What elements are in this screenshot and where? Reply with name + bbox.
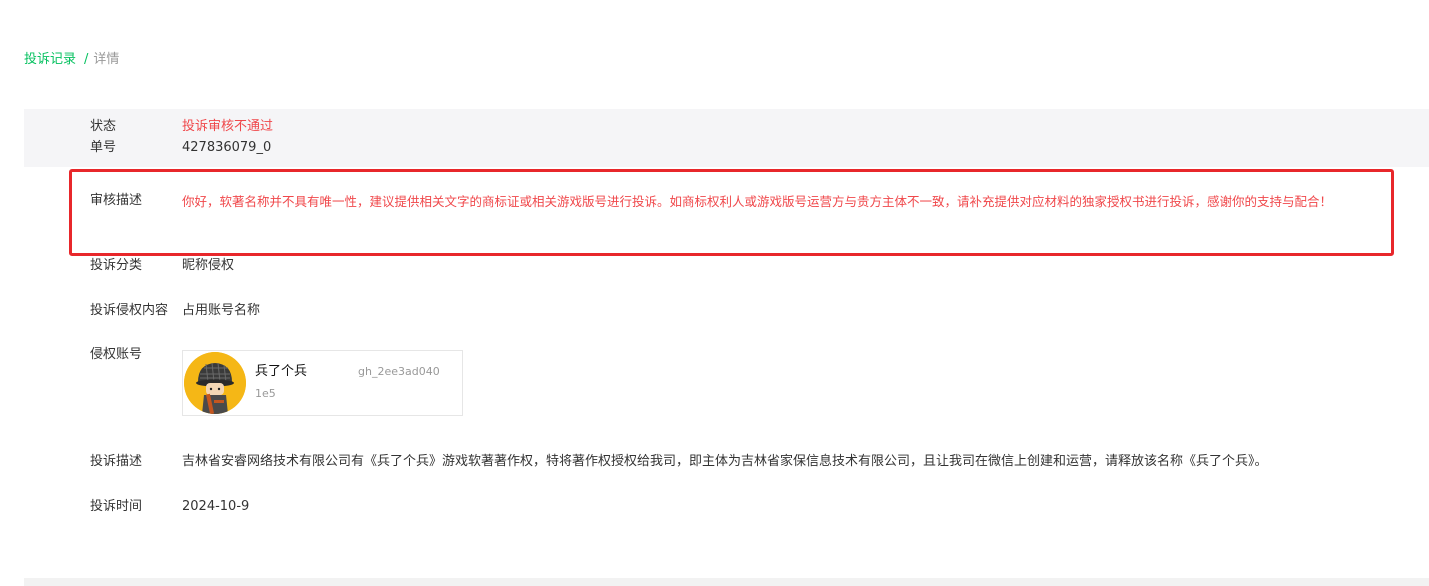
status-label: 状态 [90,119,117,134]
account-id: gh_2ee3ad040 [358,365,440,378]
complaint-time-value: 2024-10-9 [182,499,250,514]
review-highlight-box [69,169,1394,256]
infringing-content-value: 占用账号名称 [182,303,261,318]
account-id-continued: 1e5 [255,387,276,400]
soldier-avatar-icon [184,352,246,414]
complaint-category-label: 投诉分类 [90,258,143,273]
complaint-time-label: 投诉时间 [90,499,143,514]
order-number-value: 427836079_0 [182,140,272,155]
status-value: 投诉审核不通过 [182,119,274,134]
account-name: 兵了个兵 [255,364,308,379]
complaint-description-value: 吉林省安睿网络技术有限公司有《兵了个兵》游戏软著著作权，特将著作权授权给我司，即… [182,454,1268,469]
infringing-account-label: 侵权账号 [90,347,143,362]
complaint-category-value: 昵称侵权 [182,258,235,273]
breadcrumb-current: 详情 [93,52,120,67]
breadcrumb-separator: / [84,52,89,67]
breadcrumb-complaint-records-link[interactable]: 投诉记录 [24,52,76,67]
complaint-description-label: 投诉描述 [90,454,143,469]
review-text: 你好，软著名称并不具有唯一性，建议提供相关文字的商标证或相关游戏版号进行投诉。如… [182,194,1333,209]
avatar [184,352,246,414]
infringing-content-label: 投诉侵权内容 [90,303,169,318]
review-label: 审核描述 [90,193,143,208]
bottom-divider [24,578,1429,586]
order-number-label: 单号 [90,140,117,155]
breadcrumb: 投诉记录 / 详情 [24,51,119,69]
infringing-account-card[interactable]: 兵了个兵 gh_2ee3ad040 1e5 [182,350,463,416]
